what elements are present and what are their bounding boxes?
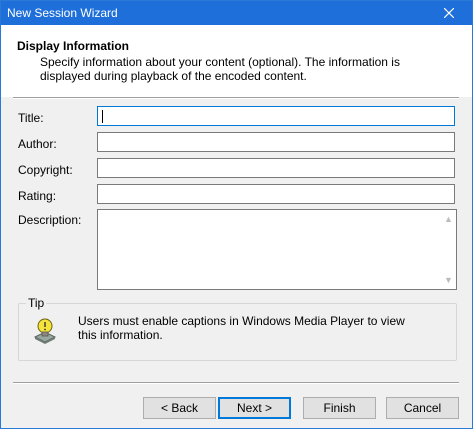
description-textarea[interactable]: ▲ ▼ xyxy=(97,209,457,290)
author-label: Author: xyxy=(18,137,57,151)
copyright-label: Copyright: xyxy=(18,163,73,177)
finish-button[interactable]: Finish xyxy=(303,397,376,419)
tip-legend: Tip xyxy=(26,296,47,310)
rating-label: Rating: xyxy=(18,189,57,203)
lightbulb-tip-icon xyxy=(33,318,57,344)
page-description: Specify information about your content (… xyxy=(40,55,400,83)
wizard-header: Display Information Specify information … xyxy=(1,25,472,97)
author-input[interactable] xyxy=(97,132,455,152)
title-label: Title: xyxy=(18,111,44,125)
title-bar: New Session Wizard xyxy=(1,1,472,25)
page-heading: Display Information xyxy=(17,39,130,53)
copyright-input[interactable] xyxy=(97,158,455,178)
scroll-down-arrow-icon[interactable]: ▼ xyxy=(441,273,456,287)
header-separator xyxy=(13,97,459,99)
window-title: New Session Wizard xyxy=(7,6,118,20)
scroll-up-arrow-icon[interactable]: ▲ xyxy=(441,212,456,226)
new-session-wizard-window: New Session Wizard Display Information S… xyxy=(0,0,473,429)
tip-text: Users must enable captions in Windows Me… xyxy=(78,314,405,342)
next-button[interactable]: Next > xyxy=(218,397,291,419)
text-caret xyxy=(102,110,103,123)
description-label: Description: xyxy=(18,213,82,227)
footer-separator xyxy=(13,382,459,384)
cancel-button[interactable]: Cancel xyxy=(386,397,459,419)
close-icon xyxy=(444,8,454,18)
back-button[interactable]: < Back xyxy=(143,397,216,419)
close-button[interactable] xyxy=(426,1,472,25)
rating-input[interactable] xyxy=(97,184,455,204)
description-scrollbar[interactable]: ▲ ▼ xyxy=(441,210,456,289)
title-input[interactable] xyxy=(97,106,455,126)
